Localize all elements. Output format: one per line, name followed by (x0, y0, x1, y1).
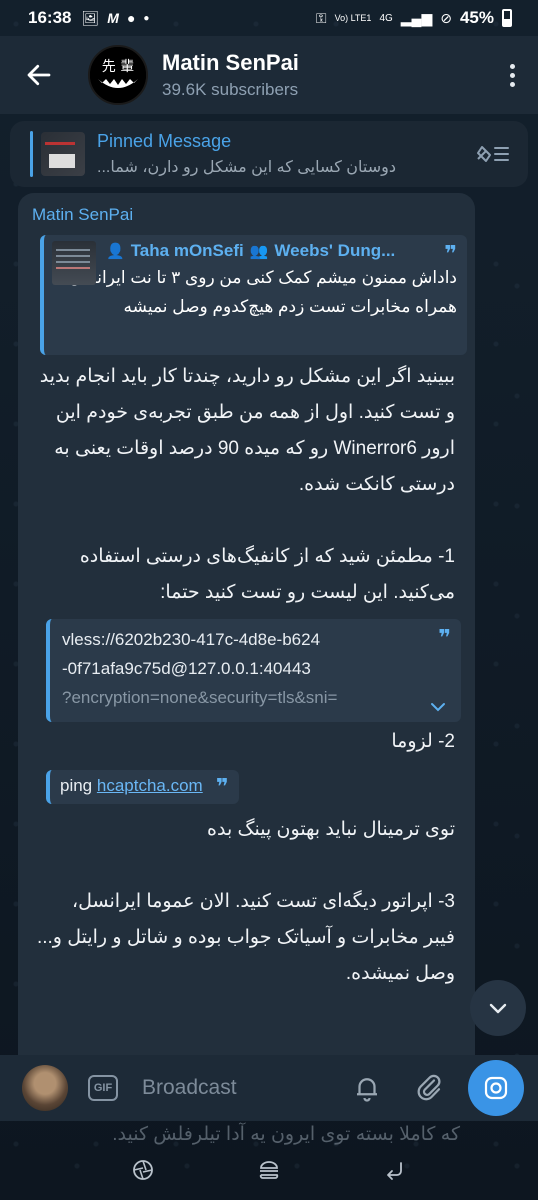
message-text-part1: ببینید اگر این مشکل رو دارید، چندتا کار … (39, 366, 455, 603)
aperture-icon[interactable] (130, 1157, 156, 1183)
quote-icon: ❞ (215, 774, 229, 799)
dot-icon (509, 81, 515, 87)
system-nav-bar (0, 1140, 538, 1200)
status-bar: 16:38 🖼 M ● ● ⚿ Vo) LTE1 4G ▂▄▆ ⊘ 45% (0, 0, 538, 36)
more-menu-button[interactable] (508, 63, 516, 87)
quote-icon: ❞ (444, 241, 457, 266)
reply-header: 👤 Taha mOnSefi 👥 Weebs' Dung... (106, 241, 457, 261)
message-text-part2: توی ترمینال نباید بهتون پینگ بده 3- اپرا… (36, 819, 455, 984)
code-line: vless://6202b230-417c-4d8e-b624 (62, 630, 321, 649)
scroll-down-button[interactable] (470, 980, 526, 1036)
pinned-indicator (30, 131, 33, 177)
pinned-thumbnail (41, 132, 85, 176)
burger-icon[interactable] (256, 1157, 282, 1183)
reply-thumbnail (52, 241, 96, 285)
dot-icon (509, 63, 515, 69)
battery-percent: 45% (459, 8, 494, 27)
volte-label: Vo) LTE1 (334, 13, 372, 23)
status-time: 16:38 (28, 8, 72, 27)
message-bubble[interactable]: Matin SenPai 👤 Taha mOnSefi 👥 Weebs' Dun… (18, 193, 475, 1093)
reply-quote[interactable]: 👤 Taha mOnSefi 👥 Weebs' Dung... ❞ داداش … (40, 235, 467, 355)
code-line: -0f71afa9c75d@127.0.0.1:40443 (62, 659, 311, 678)
pin-list-icon[interactable] (474, 139, 512, 169)
group-icon: 👥 (249, 243, 269, 260)
back-button[interactable] (24, 60, 54, 90)
key-icon: ⚿ (315, 9, 327, 26)
avatar-logo-icon: 先 輩 (90, 47, 146, 103)
bell-icon[interactable] (352, 1073, 382, 1103)
dnd-icon: ⊘ (440, 9, 452, 26)
network-type-label: 4G (379, 12, 393, 24)
channel-avatar[interactable]: 先 輩 (88, 45, 148, 105)
send-as-avatar[interactable] (22, 1065, 68, 1111)
chat-header: 先 輩 Matin SenPai 39.6K subscribers (0, 36, 538, 114)
message-item2: 2- لزوما (391, 731, 455, 752)
pinned-label: Pinned Message (97, 131, 232, 151)
camera-button[interactable] (468, 1060, 524, 1116)
m-icon: M (107, 10, 119, 26)
chevron-down-icon (489, 1003, 507, 1014)
dot-icon: ● (143, 12, 150, 24)
gif-button[interactable]: GIF (88, 1075, 118, 1101)
reply-group: Weebs' Dung... (274, 241, 396, 260)
dot-icon (509, 72, 515, 78)
account-icon: ● (126, 10, 136, 26)
ping-command: ping (60, 776, 93, 795)
config-code-block[interactable]: ❞ vless://6202b230-417c-4d8e-b624 -0f71a… (46, 619, 461, 722)
gallery-icon: 🖼 (81, 9, 100, 26)
pinned-content: Pinned Message دوستان کسایی که این مشکل … (97, 131, 474, 177)
pinned-text: دوستان کسایی که این مشکل رو دارن، شما... (97, 159, 396, 176)
channel-title: Matin SenPai (162, 50, 299, 75)
code-line: ?encryption=none&security=tls&sni= (62, 688, 338, 707)
signal-icon: ▂▄▆ (400, 9, 433, 26)
message-sender: Matin SenPai (32, 205, 134, 224)
composer-bar: GIF Broadcast (0, 1055, 538, 1121)
channel-info[interactable]: Matin SenPai 39.6K subscribers (162, 50, 299, 100)
reply-text: داداش ممنون میشم کمک کنی من روی ۳ تا نت … (69, 268, 457, 316)
status-right-icons: ⚿ Vo) LTE1 4G ▂▄▆ ⊘ 45% (316, 8, 512, 28)
back-nav-icon[interactable] (382, 1157, 408, 1183)
message-input[interactable]: Broadcast (142, 1076, 352, 1100)
user-icon: 👤 (106, 243, 125, 260)
subscriber-count: 39.6K subscribers (162, 80, 299, 99)
ping-code-block[interactable]: ping hcaptcha.com ❞ (46, 770, 239, 804)
arrow-left-icon (27, 64, 51, 86)
camera-icon (484, 1076, 508, 1100)
pinned-message-bar[interactable]: Pinned Message دوستان کسایی که این مشکل … (10, 121, 528, 187)
reply-author: Taha mOnSefi (130, 241, 244, 260)
ping-host-link[interactable]: hcaptcha.com (97, 776, 203, 795)
attach-icon[interactable] (414, 1073, 444, 1103)
battery-icon (502, 9, 512, 27)
quote-icon: ❞ (438, 625, 451, 650)
avatar-text: 先 輩 (102, 59, 134, 75)
chevron-down-icon[interactable] (429, 698, 447, 716)
status-left-icons: 🖼 M ● ● (81, 10, 149, 27)
